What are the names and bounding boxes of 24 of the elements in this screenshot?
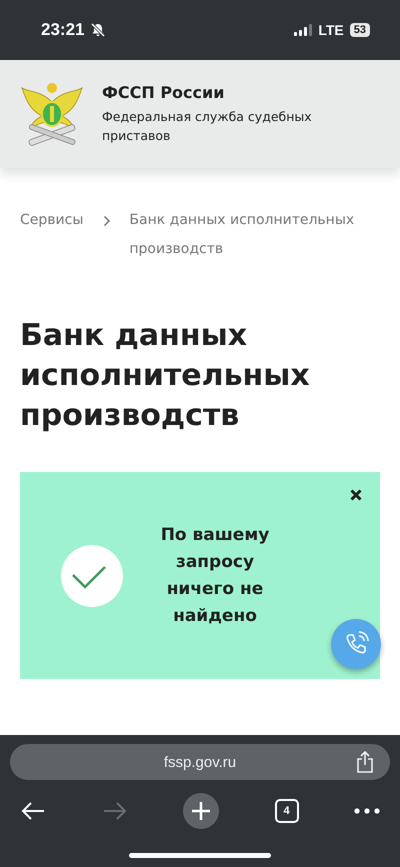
page-title: Банк данных исполнительных производств [20,317,311,435]
site-subtitle: Федеральная служба судебных приставов [102,108,313,145]
battery-indicator: 53 [350,23,370,37]
back-arrow-icon[interactable] [20,801,46,821]
new-tab-button[interactable] [183,793,219,829]
tab-count-button[interactable]: 4 [274,799,298,823]
breadcrumb-link[interactable]: Банк данных исполнительных производств [129,206,370,264]
url-text: fssp.gov.ru [164,754,236,770]
site-title: ФССП России [102,82,226,102]
eagle-emblem-icon [20,80,84,148]
checkmark-circle-icon [61,544,123,606]
address-bar[interactable]: fssp.gov.ru [10,744,390,780]
more-icon[interactable] [354,808,380,814]
chevron-right-icon [103,214,112,226]
breadcrumb-link[interactable]: Сервисы [20,206,84,235]
result-message: По вашему запросу ничего не найдено [160,524,270,628]
clock: 23:21 [41,20,84,40]
signal-icon [294,24,312,36]
plus-icon [191,801,211,821]
close-icon[interactable] [350,489,362,501]
muted-bell-icon [90,22,106,38]
call-button[interactable] [331,619,381,669]
share-icon[interactable] [356,751,374,773]
network-label: LTE [318,22,344,38]
